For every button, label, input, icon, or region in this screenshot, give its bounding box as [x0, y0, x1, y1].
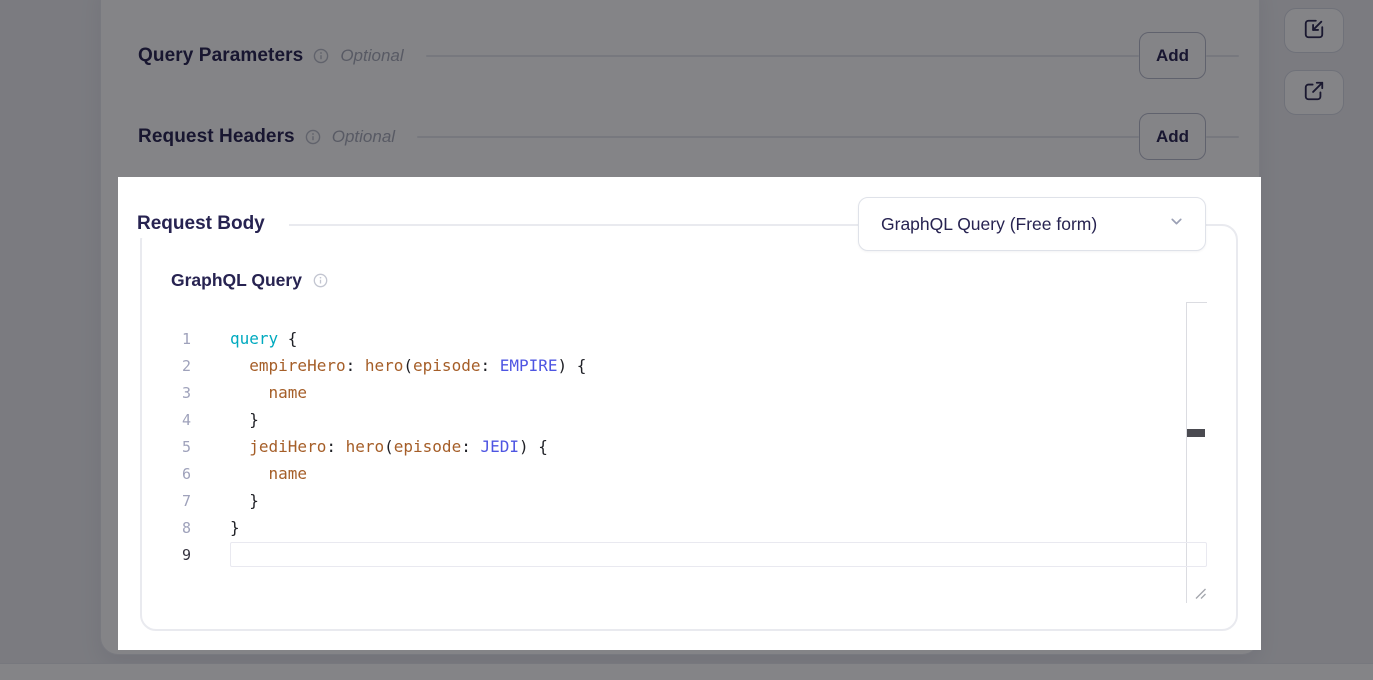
code-content[interactable]: empireHero: hero(episode: EMPIRE) {: [230, 352, 586, 379]
graphql-query-label: GraphQL Query: [171, 270, 302, 291]
graphql-code-editor[interactable]: 1query {2 empireHero: hero(episode: EMPI…: [118, 325, 1218, 568]
line-number: 9: [118, 546, 191, 564]
resize-handle-icon[interactable]: [1192, 585, 1207, 605]
code-line-3[interactable]: 3 name: [118, 379, 1218, 406]
request-body-section: Request Body GraphQL Query (Free form) G…: [118, 177, 1261, 650]
code-content[interactable]: }: [230, 406, 259, 433]
body-type-select[interactable]: GraphQL Query (Free form): [858, 197, 1206, 251]
code-content[interactable]: name: [230, 460, 307, 487]
body-type-select-value: GraphQL Query (Free form): [881, 214, 1097, 235]
chevron-down-icon: [1168, 213, 1185, 235]
code-content[interactable]: name: [230, 379, 307, 406]
code-line-7[interactable]: 7 }: [118, 487, 1218, 514]
code-line-8[interactable]: 8}: [118, 514, 1218, 541]
code-line-4[interactable]: 4 }: [118, 406, 1218, 433]
line-number: 1: [118, 330, 191, 348]
request-body-title: Request Body: [137, 213, 265, 235]
line-number: 2: [118, 357, 191, 375]
code-line-2[interactable]: 2 empireHero: hero(episode: EMPIRE) {: [118, 352, 1218, 379]
line-number: 5: [118, 438, 191, 456]
code-line-1[interactable]: 1 query {: [118, 325, 1218, 352]
code-content[interactable]: jediHero: hero(episode: JEDI) {: [230, 433, 548, 460]
editor-scrollbar-track-top: [1186, 302, 1207, 303]
code-content[interactable]: query {: [230, 325, 297, 352]
code-content[interactable]: }: [230, 487, 259, 514]
code-line-6[interactable]: 6 name: [118, 460, 1218, 487]
line-number: 6: [118, 465, 191, 483]
line-number: 8: [118, 519, 191, 537]
editor-scrollbar-thumb[interactable]: [1187, 429, 1205, 437]
code-content[interactable]: [230, 542, 1207, 567]
info-icon[interactable]: [313, 273, 328, 288]
graphql-query-label-row: GraphQL Query: [171, 270, 328, 291]
line-number: 4: [118, 411, 191, 429]
line-number: 3: [118, 384, 191, 402]
code-content[interactable]: }: [230, 514, 240, 541]
request-body-legend: Request Body: [118, 210, 289, 238]
line-number: 7: [118, 492, 191, 510]
code-line-9[interactable]: 9: [118, 541, 1218, 568]
code-line-5[interactable]: 5 jediHero: hero(episode: JEDI) {: [118, 433, 1218, 460]
